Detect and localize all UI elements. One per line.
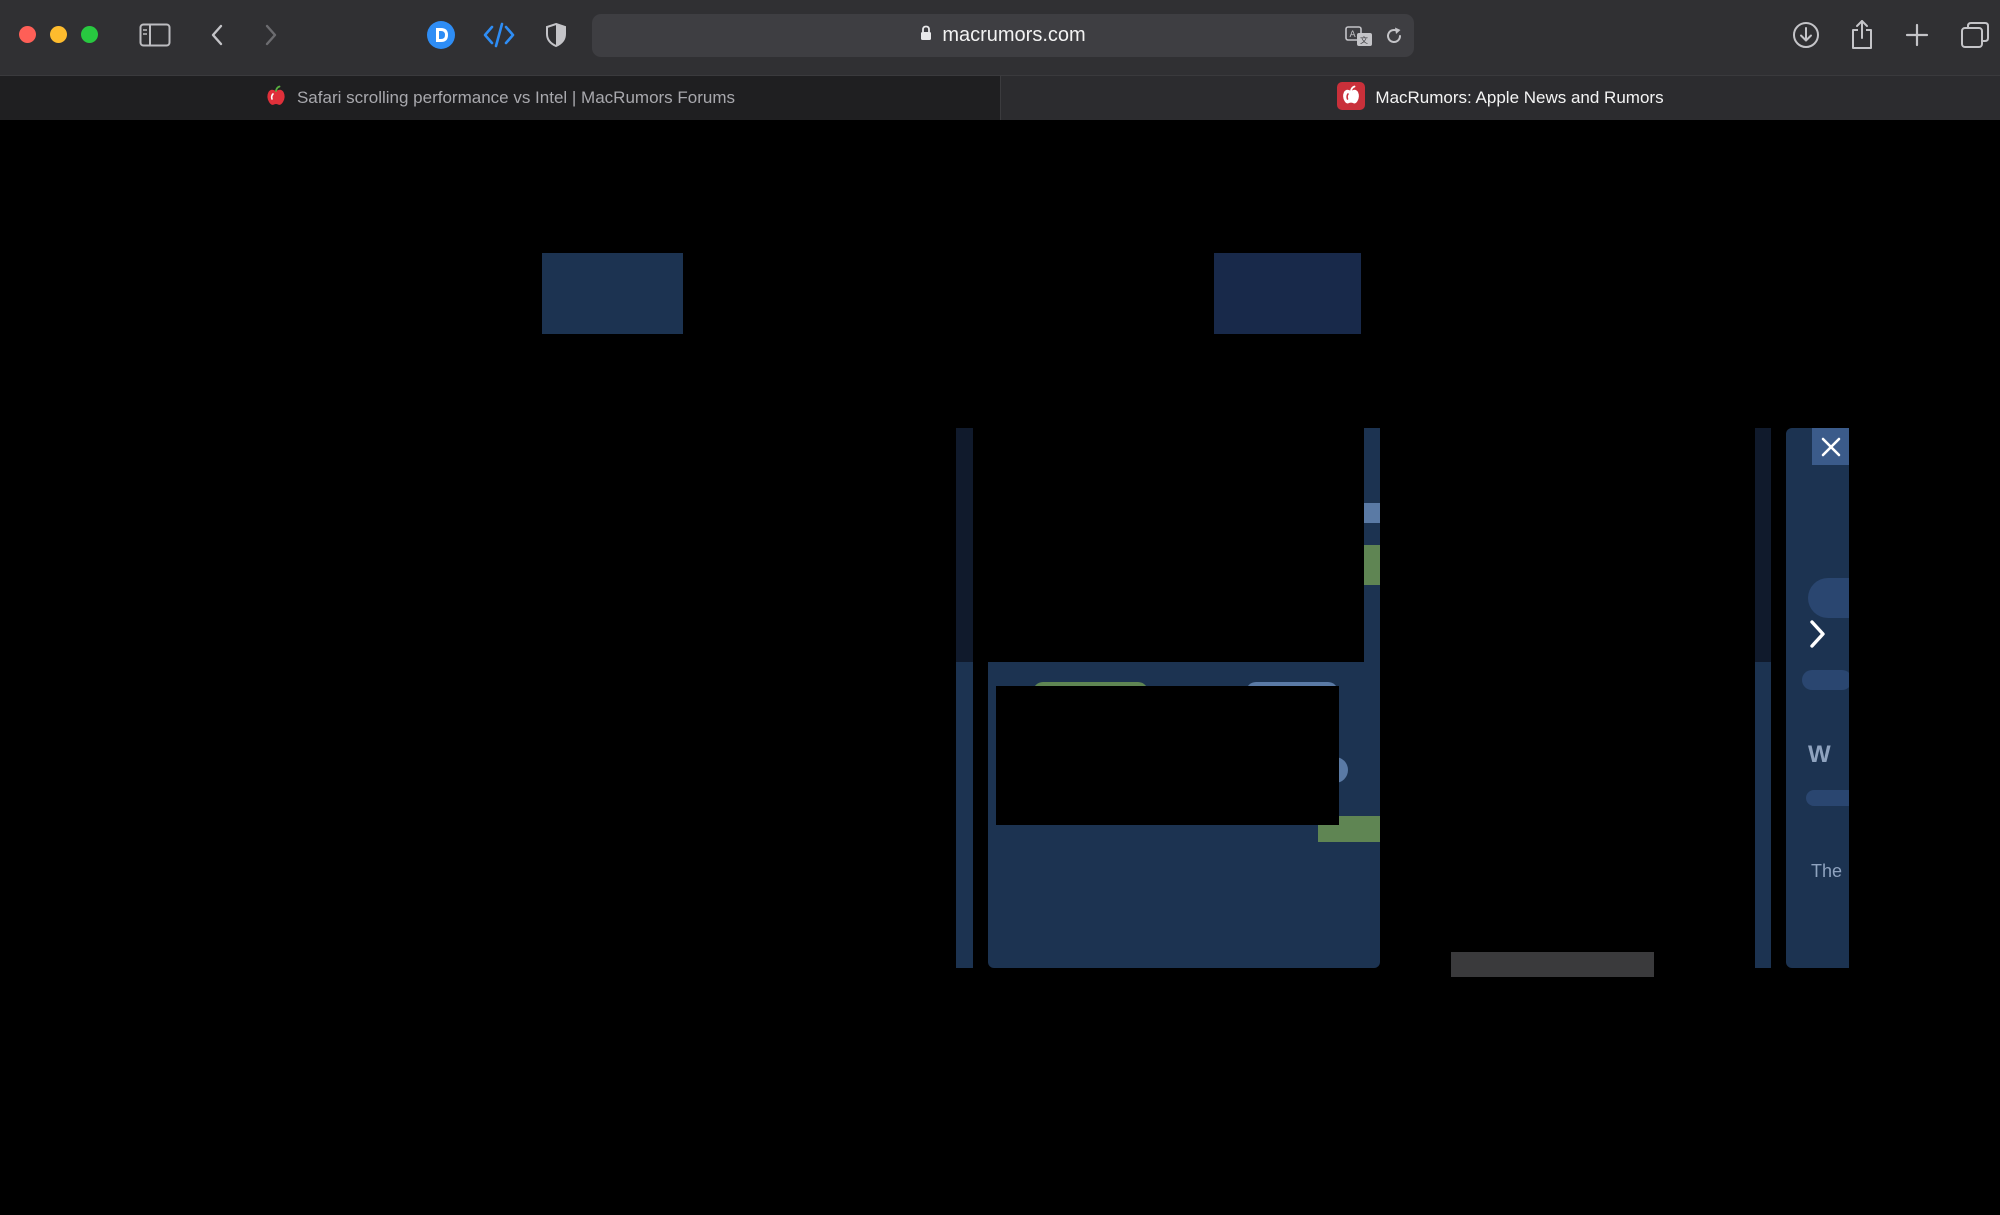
tab-overview-icon[interactable]	[1958, 20, 1992, 50]
reload-icon[interactable]	[1382, 24, 1406, 48]
svg-text:文: 文	[1360, 35, 1368, 45]
chevron-right-icon[interactable]	[1802, 616, 1832, 652]
card-line	[1806, 790, 1849, 806]
extension-d-icon[interactable]	[426, 20, 456, 50]
lock-icon	[920, 24, 932, 47]
carousel-card-edge	[1755, 662, 1771, 968]
zoom-window-button[interactable]	[81, 26, 98, 43]
close-icon[interactable]	[1812, 428, 1849, 465]
placeholder-block	[542, 253, 683, 334]
card-side-accent	[1364, 545, 1380, 585]
back-icon[interactable]	[202, 18, 232, 52]
address-url: macrumors.com	[942, 24, 1086, 46]
tab-title: Safari scrolling performance vs Intel | …	[296, 88, 736, 107]
download-icon[interactable]	[1790, 19, 1822, 51]
tab-bar: Safari scrolling performance vs Intel | …	[0, 75, 2000, 120]
tab-macrumors-home[interactable]: MacRumors: Apple News and Rumors	[1001, 76, 2000, 120]
card-side-accent	[1364, 503, 1380, 523]
carousel-card-edge	[956, 662, 973, 968]
tab-title: MacRumors: Apple News and Rumors	[1375, 88, 1664, 107]
card-pill	[1802, 670, 1849, 690]
sidebar-icon[interactable]	[136, 18, 174, 52]
placeholder-block	[1214, 253, 1361, 334]
card-pill	[1808, 578, 1849, 618]
svg-text:A: A	[1350, 30, 1357, 40]
card-image-placeholder	[996, 686, 1339, 825]
page-content: W The	[0, 120, 2000, 1215]
card-text-fragment: The	[1811, 861, 1843, 881]
tab-forums[interactable]: Safari scrolling performance vs Intel | …	[0, 76, 1001, 120]
carousel-card[interactable]	[988, 662, 1380, 968]
share-icon[interactable]	[1846, 16, 1878, 52]
macrumors-favicon-icon	[1337, 81, 1366, 115]
code-icon[interactable]	[482, 20, 516, 50]
macrumors-favicon-icon	[265, 85, 287, 112]
browser-toolbar: macrumors.com A文	[0, 0, 2000, 75]
forward-icon[interactable]	[256, 18, 286, 52]
close-window-button[interactable]	[19, 26, 36, 43]
new-tab-icon[interactable]	[1902, 20, 1932, 50]
minimize-window-button[interactable]	[50, 26, 67, 43]
carousel-next-card[interactable]: W The	[1786, 428, 1849, 968]
translate-icon[interactable]: A文	[1344, 22, 1374, 50]
address-bar[interactable]: macrumors.com A文	[592, 14, 1414, 57]
shield-icon[interactable]	[542, 20, 570, 50]
card-title-fragment: W	[1808, 741, 1831, 768]
placeholder-bar	[1451, 952, 1654, 977]
